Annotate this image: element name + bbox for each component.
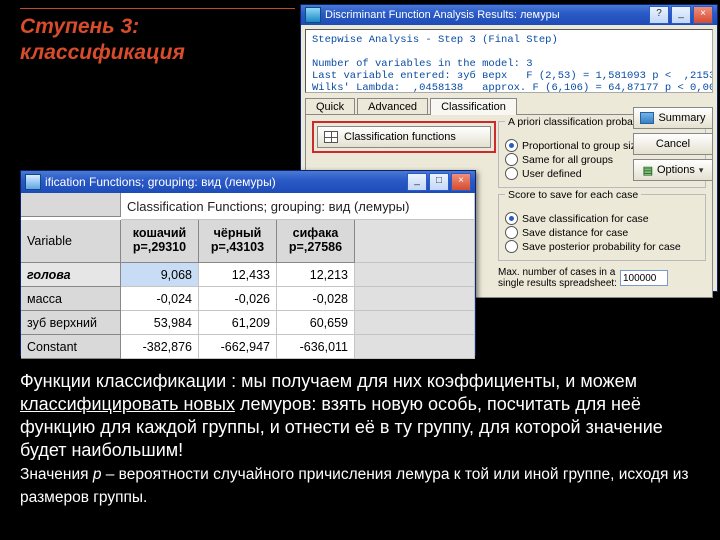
help-button[interactable]: ? — [649, 6, 669, 24]
titlebar[interactable]: Discriminant Function Analysis Results: … — [301, 5, 717, 25]
score-save-group: Score to save for each case Save classif… — [498, 194, 706, 261]
row-head[interactable]: зуб верхний — [21, 311, 121, 335]
app-icon — [305, 7, 321, 23]
close-button[interactable]: × — [693, 6, 713, 24]
tab-classification[interactable]: Classification — [430, 98, 517, 115]
summary-icon — [640, 112, 654, 124]
slide-title: Ступень 3: классификация — [20, 14, 280, 67]
tab-advanced[interactable]: Advanced — [357, 98, 428, 115]
row-filler — [355, 335, 475, 359]
row-head[interactable]: голова — [21, 263, 121, 287]
data-grid[interactable]: Classification Functions; grouping: вид … — [21, 193, 475, 359]
max-cases-row: Max. number of cases in asingle results … — [498, 267, 706, 289]
tab-quick[interactable]: Quick — [305, 98, 355, 115]
row-filler — [355, 287, 475, 311]
grid-corner — [21, 193, 121, 217]
minimize-button[interactable]: _ — [407, 173, 427, 191]
options-button[interactable]: ▤Options▾ — [633, 159, 713, 181]
options-icon: ▤ — [643, 164, 653, 177]
col-filler — [355, 220, 475, 263]
sheet-icon — [25, 174, 41, 190]
chevron-down-icon: ▾ — [699, 165, 704, 176]
row-filler — [355, 263, 475, 287]
slide-body-text: Функции классификации : мы получаем для … — [20, 370, 700, 508]
cell[interactable]: 60,659 — [277, 311, 355, 335]
cell[interactable]: -0,026 — [199, 287, 277, 311]
row-head[interactable]: Constant — [21, 335, 121, 359]
cell[interactable]: 9,068 — [121, 263, 199, 287]
cell[interactable]: 12,433 — [199, 263, 277, 287]
col-head-2[interactable]: сифакаp=,27586 — [277, 220, 355, 263]
col-head-0[interactable]: кошачийp=,29310 — [121, 220, 199, 263]
cell[interactable]: 53,984 — [121, 311, 199, 335]
analysis-summary-text: Stepwise Analysis - Step 3 (Final Step) … — [305, 29, 713, 93]
classification-functions-label: Classification functions — [344, 131, 456, 143]
cell[interactable]: -0,024 — [121, 287, 199, 311]
cancel-button[interactable]: Cancel — [633, 133, 713, 155]
window-title: Discriminant Function Analysis Results: … — [325, 9, 560, 21]
summary-button[interactable]: Summary — [633, 107, 713, 129]
cell[interactable]: -662,947 — [199, 335, 277, 359]
grid-icon — [324, 131, 338, 143]
cell[interactable]: -382,876 — [121, 335, 199, 359]
cell[interactable]: -0,028 — [277, 287, 355, 311]
score-legend: Score to save for each case — [505, 189, 641, 201]
window-title: ification Functions; grouping: вид (лему… — [45, 175, 276, 189]
cell[interactable]: -636,011 — [277, 335, 355, 359]
maximize-button[interactable]: □ — [429, 173, 449, 191]
row-head[interactable]: масса — [21, 287, 121, 311]
cell[interactable]: 12,213 — [277, 263, 355, 287]
radio-save-posterior[interactable]: Save posterior probability for case — [505, 240, 699, 253]
row-filler — [355, 311, 475, 335]
titlebar[interactable]: ification Functions; grouping: вид (лему… — [21, 171, 475, 193]
col-head-1[interactable]: чёрныйp=,43103 — [199, 220, 277, 263]
minimize-button[interactable]: _ — [671, 6, 691, 24]
max-cases-input[interactable] — [620, 270, 668, 286]
grid-caption: Classification Functions; grouping: вид … — [121, 193, 475, 220]
classification-functions-highlight: Classification functions — [312, 121, 496, 153]
radio-save-classification[interactable]: Save classification for case — [505, 212, 699, 225]
classification-functions-button[interactable]: Classification functions — [317, 126, 491, 148]
close-button[interactable]: × — [451, 173, 471, 191]
cell[interactable]: 61,209 — [199, 311, 277, 335]
variable-header: Variable — [21, 220, 121, 263]
radio-save-distance[interactable]: Save distance for case — [505, 226, 699, 239]
classification-functions-spreadsheet: ification Functions; grouping: вид (лему… — [20, 170, 476, 356]
